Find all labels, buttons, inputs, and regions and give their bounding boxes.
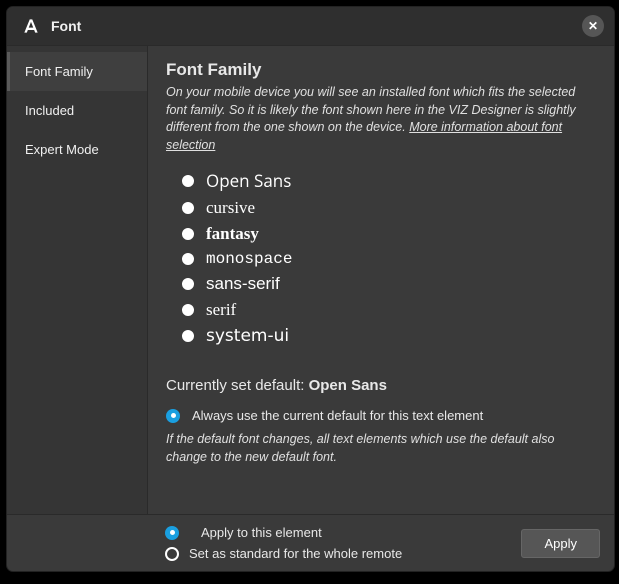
font-dialog: Font ✕ Font FamilyIncludedExpert Mode Fo… — [6, 6, 615, 572]
section-heading: Font Family — [166, 60, 596, 80]
title-bar: Font ✕ — [7, 7, 614, 46]
radio-unselected-icon — [182, 228, 194, 240]
apply-to-this-label: Apply to this element — [201, 525, 322, 540]
intro-text: On your mobile device you will see an in… — [166, 84, 596, 154]
apply-to-this-option[interactable]: Apply to this element — [165, 525, 402, 540]
apply-to-all-label: Set as standard for the whole remote — [189, 546, 402, 561]
current-default-prefix: Currently set default: — [166, 377, 309, 394]
current-default-line: Currently set default: Open Sans — [166, 377, 596, 394]
dialog-title: Font — [51, 18, 81, 34]
footer-scope-options: Apply to this element Set as standard fo… — [165, 525, 402, 561]
font-option-label: system-ui — [206, 326, 289, 346]
radio-unselected-icon — [182, 330, 194, 342]
font-option-cursive[interactable]: cursive — [166, 195, 596, 221]
radio-unselected-icon — [182, 175, 194, 187]
dialog-body: Font FamilyIncludedExpert Mode Font Fami… — [7, 46, 614, 514]
always-default-option[interactable]: Always use the current default for this … — [166, 408, 596, 423]
radio-unselected-icon — [165, 547, 179, 561]
font-option-label: serif — [206, 300, 236, 320]
close-icon: ✕ — [588, 20, 598, 32]
current-default-value: Open Sans — [309, 377, 387, 394]
apply-to-all-option[interactable]: Set as standard for the whole remote — [165, 546, 402, 561]
radio-selected-icon — [165, 526, 179, 540]
close-button[interactable]: ✕ — [582, 15, 604, 37]
always-default-label: Always use the current default for this … — [192, 408, 483, 423]
font-family-list: Open Sans cursive fantasy monospace sans-ser… — [166, 166, 596, 349]
font-icon — [21, 16, 41, 36]
radio-unselected-icon — [182, 253, 194, 265]
sidebar: Font FamilyIncludedExpert Mode — [7, 46, 148, 514]
tab-included[interactable]: Included — [7, 91, 147, 130]
footer: Apply to this element Set as standard fo… — [7, 514, 614, 571]
font-option-label: sans-serif — [206, 274, 280, 294]
radio-unselected-icon — [182, 202, 194, 214]
font-option-fantasy[interactable]: fantasy — [166, 221, 596, 247]
font-option-open-sans[interactable]: Open Sans — [166, 166, 596, 195]
font-option-label: monospace — [206, 250, 292, 268]
font-option-serif[interactable]: serif — [166, 297, 596, 323]
tab-expert-mode[interactable]: Expert Mode — [7, 130, 147, 169]
tab-font-family[interactable]: Font Family — [7, 52, 147, 91]
radio-selected-icon — [166, 409, 180, 423]
font-option-system-ui[interactable]: system-ui — [166, 323, 596, 349]
font-option-label: fantasy — [206, 224, 259, 244]
font-option-label: Open Sans — [206, 169, 291, 192]
font-option-label: cursive — [206, 198, 255, 218]
apply-button[interactable]: Apply — [521, 529, 600, 558]
radio-unselected-icon — [182, 304, 194, 316]
main-panel: Font Family On your mobile device you wi… — [148, 46, 614, 514]
font-option-monospace[interactable]: monospace — [166, 247, 596, 271]
font-option-sans-serif[interactable]: sans-serif — [166, 271, 596, 297]
radio-unselected-icon — [182, 278, 194, 290]
default-hint: If the default font changes, all text el… — [166, 431, 596, 466]
